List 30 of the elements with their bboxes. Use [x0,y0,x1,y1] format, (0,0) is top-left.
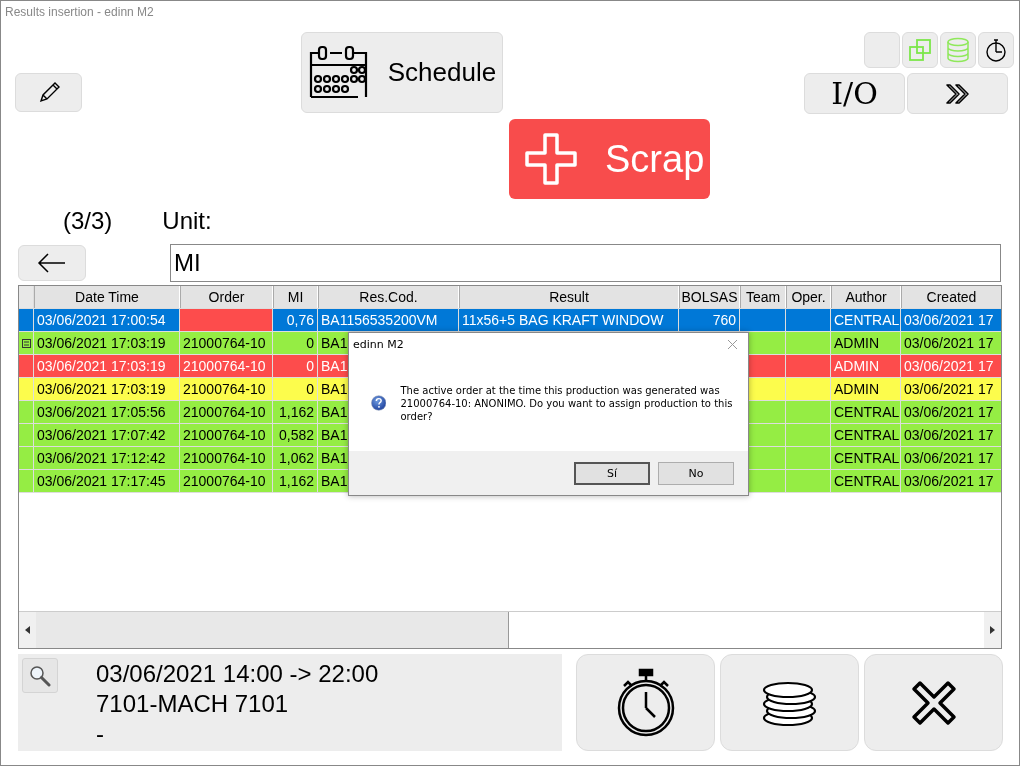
table-cell: 21000764-10 [180,355,273,377]
table-cell: 03/06/2021 17:03:19 [34,378,180,400]
table-cell: 03/06/2021 17:17:45 [34,470,180,492]
shift-info-text: 7101-MACH 7101 [96,689,290,719]
record-counter: (3/3) [63,207,113,235]
shift-info-text: 03/06/2021 14:00 -> 22:00 [96,659,379,689]
table-cell: ADMIN [831,332,901,354]
table-cell: ADMIN [831,355,901,377]
table-cell: 21000764-10 [180,378,273,400]
unit-label: Unit: [162,207,212,235]
window-title: Results insertion - edinn M2 [5,5,154,19]
dialog-title: edinn M2 [353,337,404,351]
table-cell: CENTRAL [831,401,901,423]
table-cell: 03/06/2021 17:05:56 [34,401,180,423]
table-cell: CENTRAL [831,470,901,492]
table-cell: 03/06/2021 17:07:42 [34,424,180,446]
table-cell: 21000764-10 [180,447,273,469]
shift-info-text: - [96,719,105,749]
table-cell: 03/06/2021 17:03:19 [34,332,180,354]
table-cell: ADMIN [831,378,901,400]
table-cell: 21000764-10 [180,470,273,492]
table-cell: 21000764-10 [180,424,273,446]
table-cell: CENTRAL [831,447,901,469]
table-cell: 21000764-10 [180,401,273,423]
table-cell: 21000764-10 [180,332,273,354]
table-cell: CENTRAL [831,424,901,446]
table-cell: 03/06/2021 17:12:42 [34,447,180,469]
table-cell: 03/06/2021 17:03:19 [34,355,180,377]
table-cell: 03/06/2021 17:00:54 [34,309,180,331]
table-cell: CENTRAL [831,309,901,331]
